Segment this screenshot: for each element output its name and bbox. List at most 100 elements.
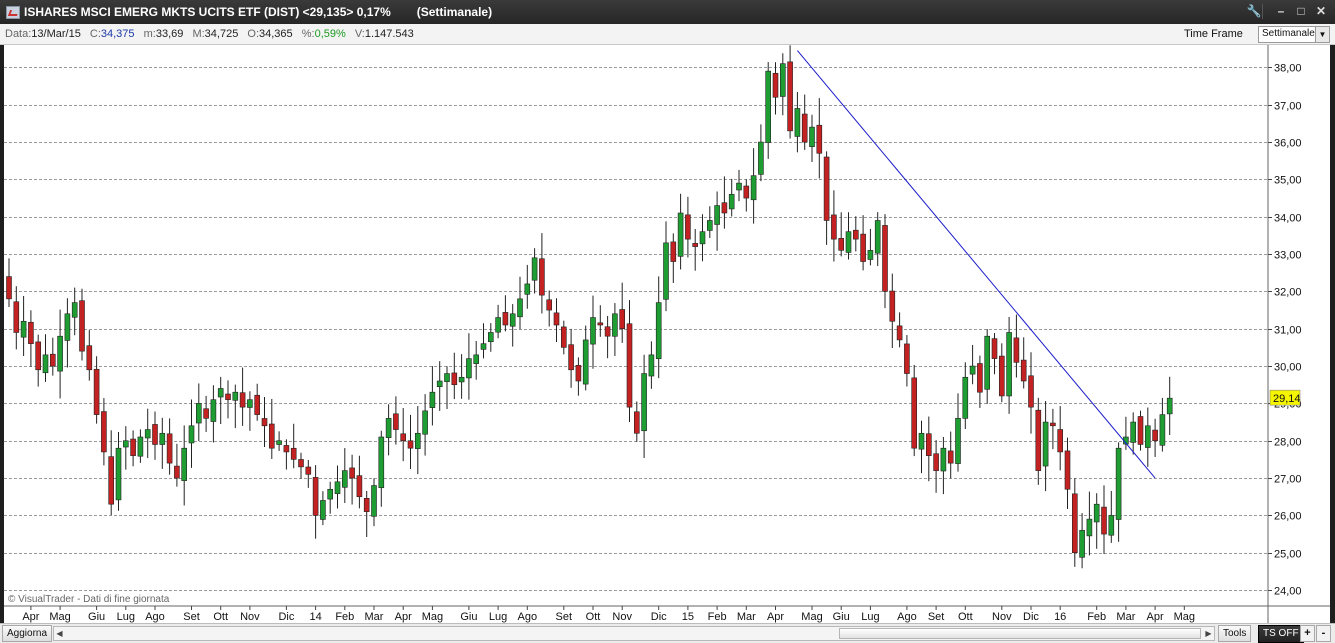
candle-body [925, 433, 932, 456]
candle-body [393, 413, 399, 430]
x-tick-label: Apr [1147, 611, 1164, 623]
y-tick-label: 32,00 [1274, 287, 1302, 299]
candle-body [1057, 429, 1063, 453]
candle-body [6, 276, 12, 300]
candle-body [553, 312, 560, 326]
candle-body [1159, 414, 1166, 446]
candle-body [670, 241, 677, 262]
time-scrollbar[interactable]: ◀ ▶ [53, 626, 1215, 641]
candle-body [327, 488, 334, 500]
scroll-right-icon[interactable]: ▶ [1203, 627, 1214, 640]
candle-body [407, 440, 414, 449]
candle-body [356, 475, 363, 498]
candle-body [1028, 375, 1034, 408]
candle-body [911, 377, 918, 449]
candle-body [969, 365, 976, 375]
x-tick-label: Mar [1116, 611, 1135, 623]
date-value: 13/Mar/15 [31, 28, 81, 40]
high-value: 34,725 [204, 28, 239, 40]
candle-body [363, 498, 370, 512]
candle-body [247, 399, 253, 408]
low-value: 33,69 [155, 28, 184, 40]
timeframe-select[interactable]: Settimanale ▼ [1258, 26, 1330, 43]
candle-body [1152, 429, 1158, 442]
candle-body [371, 485, 377, 517]
x-tick-label: Dic [1023, 611, 1039, 623]
x-tick-label: Nov [992, 611, 1012, 623]
candle-body [736, 182, 742, 191]
candle-body [101, 411, 107, 453]
candle-body [261, 418, 268, 427]
wrench-icon[interactable]: 🔧 [1246, 4, 1263, 19]
candle-body [889, 290, 896, 322]
candles [6, 45, 1173, 569]
candle-body [991, 338, 998, 359]
candle-body [466, 358, 472, 379]
timeframe-label: Time Frame [1184, 28, 1243, 40]
scroll-left-icon[interactable]: ◀ [54, 627, 65, 640]
x-tick-label: Set [183, 611, 200, 623]
candle-body [276, 440, 282, 445]
x-tick-label: Feb [1087, 611, 1106, 623]
y-tick-label: 31,00 [1274, 325, 1302, 337]
y-tick-label: 33,00 [1274, 250, 1302, 262]
candle-body [86, 345, 93, 371]
candle-body [1050, 422, 1056, 427]
candle-body [115, 447, 122, 501]
x-tick-label: Ago [145, 611, 165, 623]
ohlc-info-bar: Data:13/Mar/15 C:34,375 m:33,69 M:34,725… [0, 24, 1335, 45]
maximize-icon[interactable]: □ [1293, 4, 1309, 19]
candle-body [809, 126, 815, 147]
window-titlebar: ISHARES MSCI EMERG MKTS UCITS ETF (DIST)… [0, 0, 1335, 24]
trendline-group[interactable] [797, 50, 1156, 479]
x-tick-label: Mag [1174, 611, 1195, 623]
x-tick-label: Set [928, 611, 945, 623]
candle-body [1079, 530, 1085, 558]
candle-body [480, 343, 487, 350]
candle-body [831, 214, 837, 240]
candle-body [933, 453, 939, 471]
candle-body [648, 354, 655, 377]
close-icon[interactable]: ✕ [1313, 4, 1329, 19]
candle-body [626, 323, 633, 408]
candle-body [181, 447, 187, 481]
scrollbar-thumb[interactable] [839, 628, 1201, 639]
tools-button[interactable]: Tools [1218, 625, 1252, 642]
chevron-down-icon[interactable]: ▼ [1315, 27, 1329, 42]
x-tick-label: Apr [395, 611, 412, 623]
candle-body [531, 257, 538, 281]
candle-body [174, 465, 180, 479]
y-tick-label: 30,00 [1274, 362, 1302, 374]
price-chart-area[interactable]: 24,0025,0026,0027,0028,0029,0030,0031,00… [4, 45, 1330, 623]
candle-body [714, 205, 720, 225]
candle-body [35, 341, 42, 371]
y-tick-label: 27,00 [1274, 474, 1302, 486]
x-tick-label: Dic [651, 611, 667, 623]
x-tick-label: Apr [767, 611, 784, 623]
candle-body [49, 353, 56, 367]
y-tick-label: 25,00 [1274, 549, 1302, 561]
candle-body [1035, 409, 1042, 471]
ts-off-button[interactable]: TS OFF [1258, 625, 1304, 643]
candle-body [655, 302, 662, 359]
watermark: © VisualTrader - Dati di fine giornata [8, 594, 170, 605]
candle-body [838, 238, 845, 251]
x-tick-label: Lug [489, 611, 507, 623]
candle-body [196, 403, 202, 424]
timeframe-selected: Settimanale [1262, 28, 1315, 39]
candle-body [64, 313, 71, 341]
candle-body [816, 124, 823, 154]
zoom-out-button[interactable]: - [1316, 625, 1331, 642]
candle-body [604, 326, 611, 337]
trendline[interactable] [797, 50, 1156, 479]
candle-body [597, 322, 604, 326]
grid-lines [4, 67, 1268, 591]
candle-body [524, 283, 531, 295]
candle-body [79, 300, 85, 352]
candlestick-chart[interactable]: 24,0025,0026,0027,0028,0029,0030,0031,00… [4, 45, 1330, 623]
y-tick-label: 28,00 [1274, 437, 1302, 449]
refresh-button[interactable]: Aggiorna [2, 625, 53, 642]
x-tick-label: Giu [833, 611, 850, 623]
minimize-icon[interactable]: – [1273, 4, 1289, 19]
zoom-in-button[interactable]: + [1300, 625, 1315, 642]
